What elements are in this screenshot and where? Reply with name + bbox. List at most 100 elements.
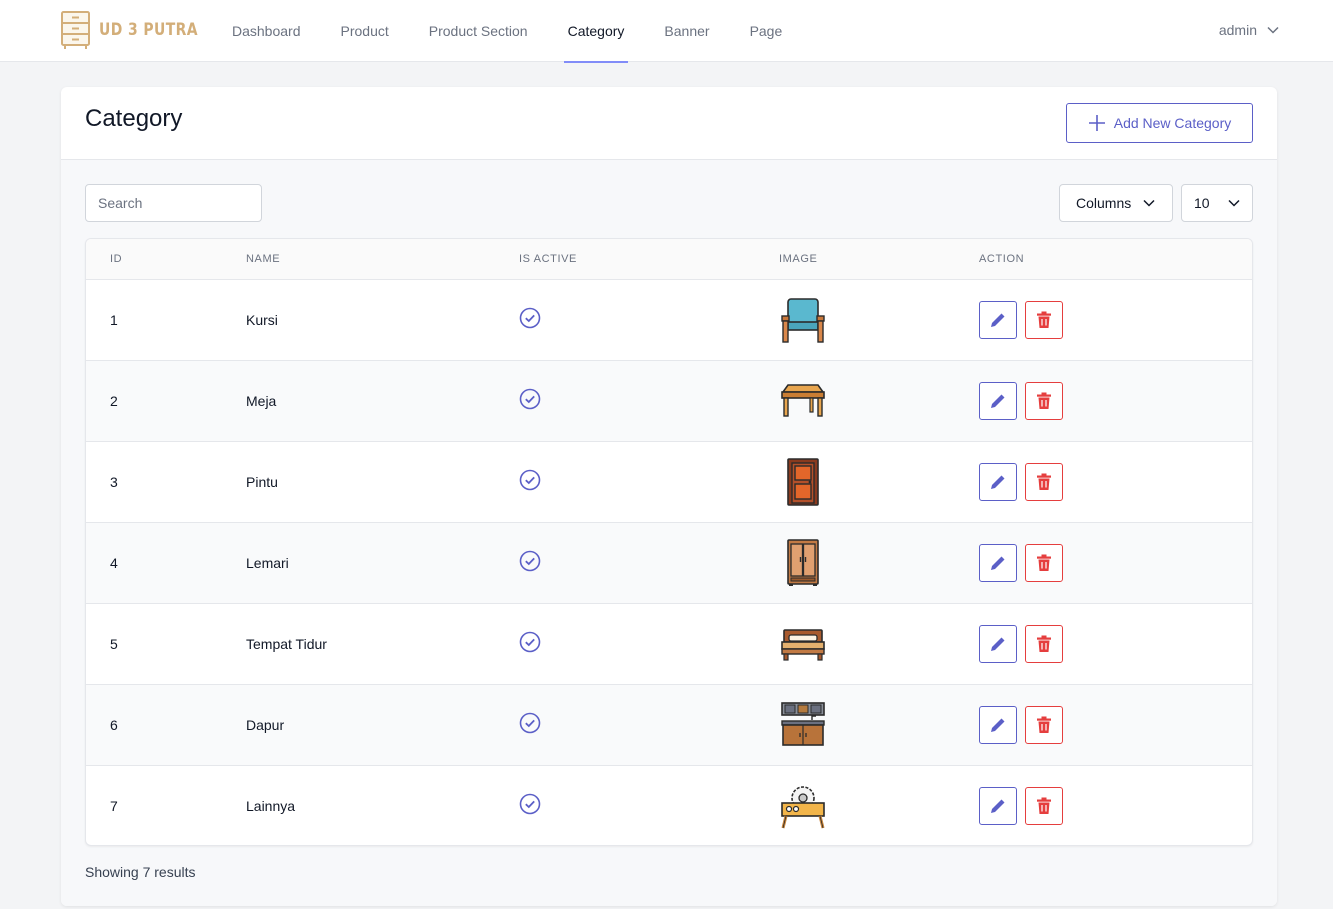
row-image (779, 765, 979, 845)
table-icon (781, 383, 825, 417)
row-name: Tempat Tidur (246, 603, 519, 685)
trash-icon (1037, 797, 1051, 814)
check-circle-icon (519, 388, 541, 410)
plus-icon (1088, 115, 1105, 131)
row-actions (979, 522, 1252, 604)
category-card: Category Add New Category Columns 10 ID … (61, 87, 1277, 906)
trash-icon (1037, 473, 1051, 490)
row-active (519, 603, 779, 685)
per-page-select[interactable]: 10 (1181, 184, 1253, 222)
nav-product-section[interactable]: Product Section (409, 0, 548, 62)
add-category-label: Add New Category (1113, 115, 1232, 131)
page-title: Category (85, 105, 183, 132)
nav-product[interactable]: Product (321, 0, 409, 62)
row-name: Lainnya (246, 797, 296, 814)
trash-icon (1037, 635, 1051, 652)
delete-button[interactable] (1025, 624, 1063, 663)
row-image (779, 684, 979, 766)
edit-button[interactable] (979, 543, 1017, 582)
card-header: Category Add New Category (61, 87, 1277, 160)
row-name: Pintu (246, 441, 519, 523)
armchair-icon (781, 297, 825, 343)
table-row: 2 Meja (86, 360, 1252, 442)
user-name: admin (1218, 22, 1257, 38)
search-input[interactable] (85, 184, 262, 222)
check-circle-icon (519, 307, 541, 329)
table-row: 7 Lainnya (86, 765, 1252, 845)
pencil-icon (991, 394, 1005, 408)
row-active (519, 765, 779, 845)
delete-button[interactable] (1025, 462, 1063, 501)
header-image: IMAGE (779, 239, 979, 280)
card-body: Columns 10 ID NAME IS ACTIVE IMAGE ACTIO… (61, 160, 1277, 906)
nav-category[interactable]: Category (548, 0, 645, 63)
wardrobe-icon (787, 538, 819, 586)
brand-name: UD 3 PUTRA (99, 20, 198, 40)
header-id[interactable]: ID (86, 239, 246, 280)
row-actions (979, 441, 1252, 523)
pencil-icon (991, 556, 1005, 570)
row-name: Kursi (246, 279, 519, 361)
row-name: Meja (246, 360, 519, 442)
check-circle-icon (519, 631, 541, 653)
row-active (519, 441, 779, 523)
row-id: 2 (86, 360, 246, 442)
check-circle-icon (519, 712, 541, 734)
delete-button[interactable] (1025, 300, 1063, 339)
delete-button[interactable] (1025, 381, 1063, 420)
user-menu[interactable]: admin (1219, 0, 1279, 60)
trash-icon (1037, 716, 1051, 733)
nav-banner[interactable]: Banner (644, 0, 729, 62)
delete-button[interactable] (1025, 786, 1063, 825)
pencil-icon (991, 313, 1005, 327)
row-active (519, 522, 779, 604)
nav-page[interactable]: Page (730, 0, 803, 62)
edit-button[interactable] (979, 786, 1017, 825)
edit-button[interactable] (979, 624, 1017, 663)
delete-button[interactable] (1025, 543, 1063, 582)
nav-dashboard[interactable]: Dashboard (212, 0, 321, 62)
row-image (779, 603, 979, 685)
row-active (519, 279, 779, 361)
header-name[interactable]: NAME (246, 239, 519, 280)
row-active (519, 360, 779, 442)
edit-button[interactable] (979, 705, 1017, 744)
per-page-value: 10 (1194, 195, 1210, 211)
row-actions (979, 765, 1252, 845)
results-summary: Showing 7 results (85, 864, 196, 880)
chevron-down-icon (1267, 26, 1279, 34)
row-id: 1 (86, 279, 246, 361)
row-active (519, 684, 779, 766)
category-table: ID NAME IS ACTIVE IMAGE ACTION 1 Kursi 2… (85, 238, 1253, 846)
row-image (779, 441, 979, 523)
row-id: 3 (86, 441, 246, 523)
row-name: Lemari (246, 522, 519, 604)
door-icon (787, 457, 819, 506)
table-row: 6 Dapur (86, 684, 1252, 766)
table-row: 5 Tempat Tidur (86, 603, 1252, 685)
columns-label: Columns (1076, 195, 1132, 211)
kitchen-icon (781, 701, 825, 746)
brand-logo[interactable]: UD 3 PUTRA (60, 9, 220, 51)
columns-toggle-button[interactable]: Columns (1059, 184, 1173, 222)
pencil-icon (991, 637, 1005, 651)
check-circle-icon (519, 469, 541, 491)
add-category-button[interactable]: Add New Category (1066, 103, 1253, 143)
trash-icon (1037, 311, 1051, 328)
row-name: Dapur (246, 684, 519, 766)
pencil-icon (991, 718, 1005, 732)
row-id: 5 (86, 603, 246, 685)
main-nav: Dashboard Product Product Section Catego… (212, 0, 803, 63)
edit-button[interactable] (979, 381, 1017, 420)
row-image (779, 279, 979, 361)
edit-button[interactable] (979, 462, 1017, 501)
row-actions (979, 603, 1252, 685)
table-saw-icon (781, 785, 825, 829)
edit-button[interactable] (979, 300, 1017, 339)
row-image (779, 522, 979, 604)
check-circle-icon (519, 550, 541, 572)
check-circle-icon (519, 793, 541, 815)
delete-button[interactable] (1025, 705, 1063, 744)
header-is-active[interactable]: IS ACTIVE (519, 239, 779, 280)
trash-icon (1037, 554, 1051, 571)
